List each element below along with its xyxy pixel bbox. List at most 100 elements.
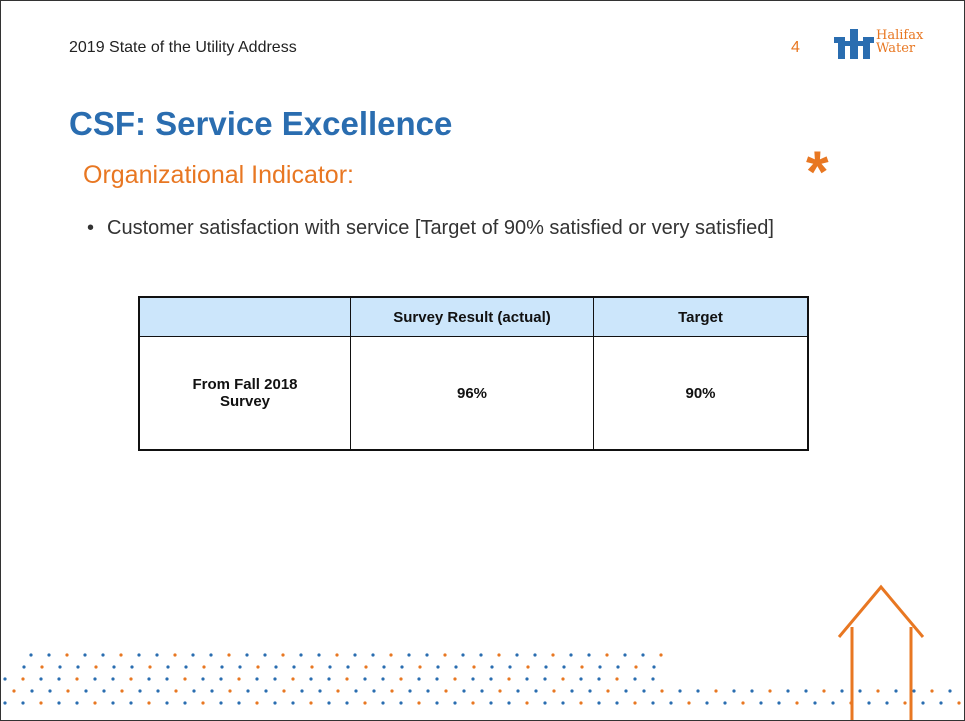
decor-dot xyxy=(255,701,259,705)
decor-dot xyxy=(363,677,367,681)
decor-dot xyxy=(543,677,547,681)
decor-dot xyxy=(705,701,709,705)
header-cell-target: Target xyxy=(593,296,809,337)
decor-dot xyxy=(246,689,250,693)
decor-dot xyxy=(345,677,349,681)
decor-dot xyxy=(569,653,573,657)
decor-dot xyxy=(147,701,151,705)
decor-dot xyxy=(930,689,934,693)
decor-dot xyxy=(353,653,357,657)
decor-dot xyxy=(174,689,178,693)
decor-dot xyxy=(804,689,808,693)
decor-dot xyxy=(273,677,277,681)
table-header-row: Survey Result (actual) Target xyxy=(138,296,809,337)
decor-dot xyxy=(363,701,367,705)
decor-dot xyxy=(768,689,772,693)
decor-dot xyxy=(741,701,745,705)
decor-dot xyxy=(209,653,213,657)
decor-dot xyxy=(183,701,187,705)
dot-pattern xyxy=(3,653,961,705)
decor-dot xyxy=(948,689,952,693)
decor-dot xyxy=(3,701,7,705)
decor-dot xyxy=(407,653,411,657)
decor-dot xyxy=(192,689,196,693)
decor-dot xyxy=(39,701,43,705)
header-cell-blank xyxy=(138,296,351,337)
logo-text: Halifax Water xyxy=(876,29,923,55)
decor-dot xyxy=(227,653,231,657)
decor-dot xyxy=(21,701,25,705)
decor-dot xyxy=(29,653,33,657)
decor-dot xyxy=(273,701,277,705)
decor-dot xyxy=(561,701,565,705)
decor-dot xyxy=(354,689,358,693)
decor-dot xyxy=(381,677,385,681)
decor-dot xyxy=(732,689,736,693)
decor-dot xyxy=(894,689,898,693)
decor-dot xyxy=(22,665,26,669)
decor-dot xyxy=(921,701,925,705)
decor-dot xyxy=(165,677,169,681)
decor-dot xyxy=(148,665,152,669)
decor-dot xyxy=(507,701,511,705)
slide-subtitle: Organizational Indicator: xyxy=(83,161,354,189)
decor-dot xyxy=(138,689,142,693)
decor-dot xyxy=(84,689,88,693)
decor-dot xyxy=(274,665,278,669)
house-outline-icon xyxy=(837,584,925,720)
decor-dot xyxy=(202,665,206,669)
decor-dot xyxy=(155,653,159,657)
decor-dot xyxy=(309,701,313,705)
decor-dot xyxy=(228,689,232,693)
decor-dot xyxy=(479,653,483,657)
decor-dot xyxy=(551,653,555,657)
decor-dot xyxy=(30,689,34,693)
decor-dot xyxy=(533,653,537,657)
decor-dot xyxy=(12,689,16,693)
decor-dot xyxy=(372,689,376,693)
decor-dot xyxy=(400,665,404,669)
decor-dot xyxy=(813,701,817,705)
decor-dot xyxy=(515,653,519,657)
decor-dot xyxy=(66,689,70,693)
decor-dot xyxy=(471,677,475,681)
decor-dot xyxy=(219,701,223,705)
decor-dot xyxy=(417,701,421,705)
decor-dot xyxy=(57,701,61,705)
logo-text-line2: Water xyxy=(876,41,916,56)
decor-dot xyxy=(317,653,321,657)
decor-dot xyxy=(480,689,484,693)
decor-dot xyxy=(876,689,880,693)
decor-dot xyxy=(238,665,242,669)
decor-dot xyxy=(112,665,116,669)
decor-dot xyxy=(201,677,205,681)
decor-dot xyxy=(364,665,368,669)
decor-dot xyxy=(435,701,439,705)
decor-dot xyxy=(75,701,79,705)
decor-dot xyxy=(292,665,296,669)
decor-dot xyxy=(579,677,583,681)
decor-dot xyxy=(831,701,835,705)
bullet-text: Customer satisfaction with service [Targ… xyxy=(107,217,774,239)
decor-dot xyxy=(310,665,314,669)
decor-dot xyxy=(957,701,961,705)
decor-dot xyxy=(633,701,637,705)
decor-dot xyxy=(615,701,619,705)
decor-dot xyxy=(490,665,494,669)
logo-mark-icon xyxy=(834,29,874,59)
decor-dot xyxy=(443,653,447,657)
decor-dot xyxy=(346,665,350,669)
decor-dot xyxy=(453,677,457,681)
decor-dot xyxy=(309,677,313,681)
survey-result-cell: 96% xyxy=(350,336,594,451)
decor-dot xyxy=(120,689,124,693)
bullet-dot-icon: • xyxy=(87,217,95,239)
decor-dot xyxy=(57,677,61,681)
decor-dot xyxy=(399,701,403,705)
header-cell-survey-result: Survey Result (actual) xyxy=(350,296,594,337)
decor-dot xyxy=(795,701,799,705)
decor-dot xyxy=(624,689,628,693)
decor-dot xyxy=(750,689,754,693)
decor-dot xyxy=(489,677,493,681)
decor-dot xyxy=(454,665,458,669)
